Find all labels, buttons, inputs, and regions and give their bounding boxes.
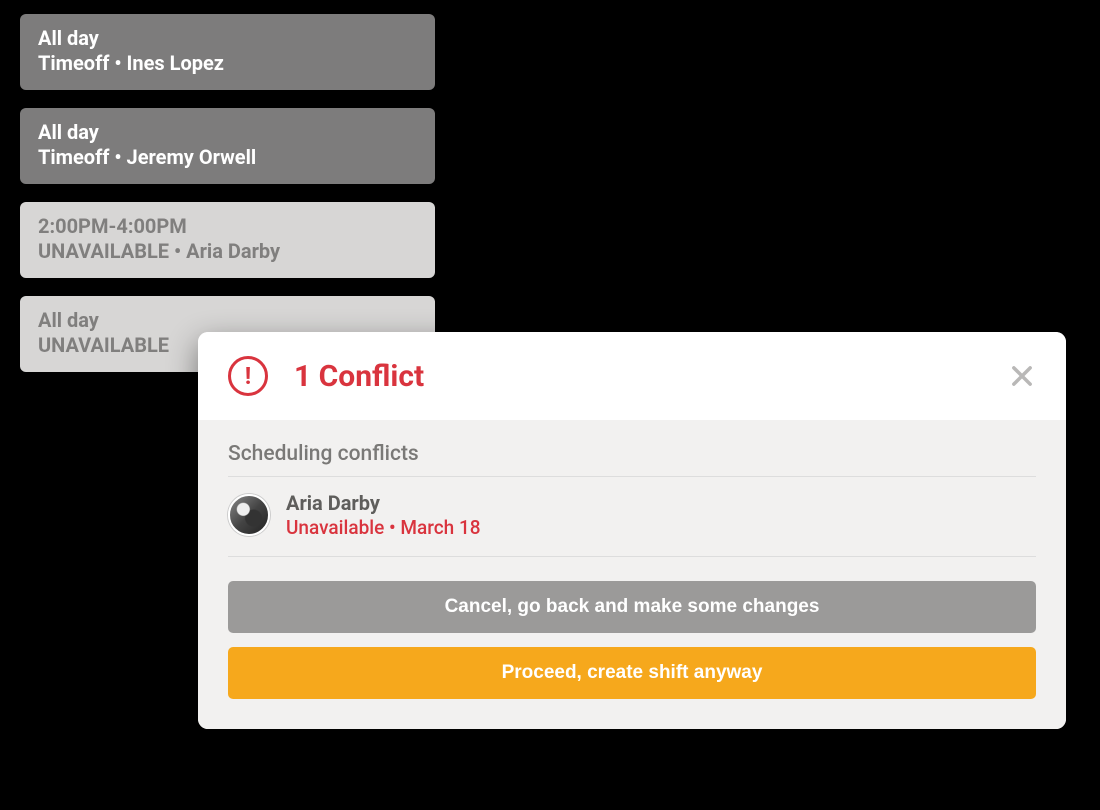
modal-header: ! 1 Conflict <box>198 332 1066 420</box>
schedule-card[interactable]: 2:00PM-4:00PM UNAVAILABLE • Aria Darby <box>20 202 435 278</box>
schedule-time: 2:00PM-4:00PM <box>38 214 417 239</box>
section-label: Scheduling conflicts <box>228 442 1036 477</box>
schedule-time: All day <box>38 308 417 333</box>
modal-title: 1 Conflict <box>294 359 1008 394</box>
cancel-button[interactable]: Cancel, go back and make some changes <box>228 581 1036 633</box>
schedule-desc: Timeoff • Ines Lopez <box>38 51 417 76</box>
schedule-desc: Timeoff • Jeremy Orwell <box>38 145 417 170</box>
alert-icon: ! <box>228 356 268 396</box>
schedule-time: All day <box>38 26 417 51</box>
close-icon[interactable] <box>1008 362 1036 390</box>
schedule-time: All day <box>38 120 417 145</box>
schedule-card[interactable]: All day Timeoff • Ines Lopez <box>20 14 435 90</box>
conflict-row: Aria Darby Unavailable • March 18 <box>228 477 1036 557</box>
modal-body: Scheduling conflicts Aria Darby Unavaila… <box>198 420 1066 729</box>
conflict-status: Unavailable • March 18 <box>286 516 481 540</box>
proceed-button[interactable]: Proceed, create shift anyway <box>228 647 1036 699</box>
schedule-card[interactable]: All day Timeoff • Jeremy Orwell <box>20 108 435 184</box>
conflict-name: Aria Darby <box>286 491 481 516</box>
avatar <box>228 494 270 536</box>
conflict-modal: ! 1 Conflict Scheduling conflicts Aria D… <box>198 332 1066 729</box>
schedule-desc: UNAVAILABLE • Aria Darby <box>38 239 417 264</box>
